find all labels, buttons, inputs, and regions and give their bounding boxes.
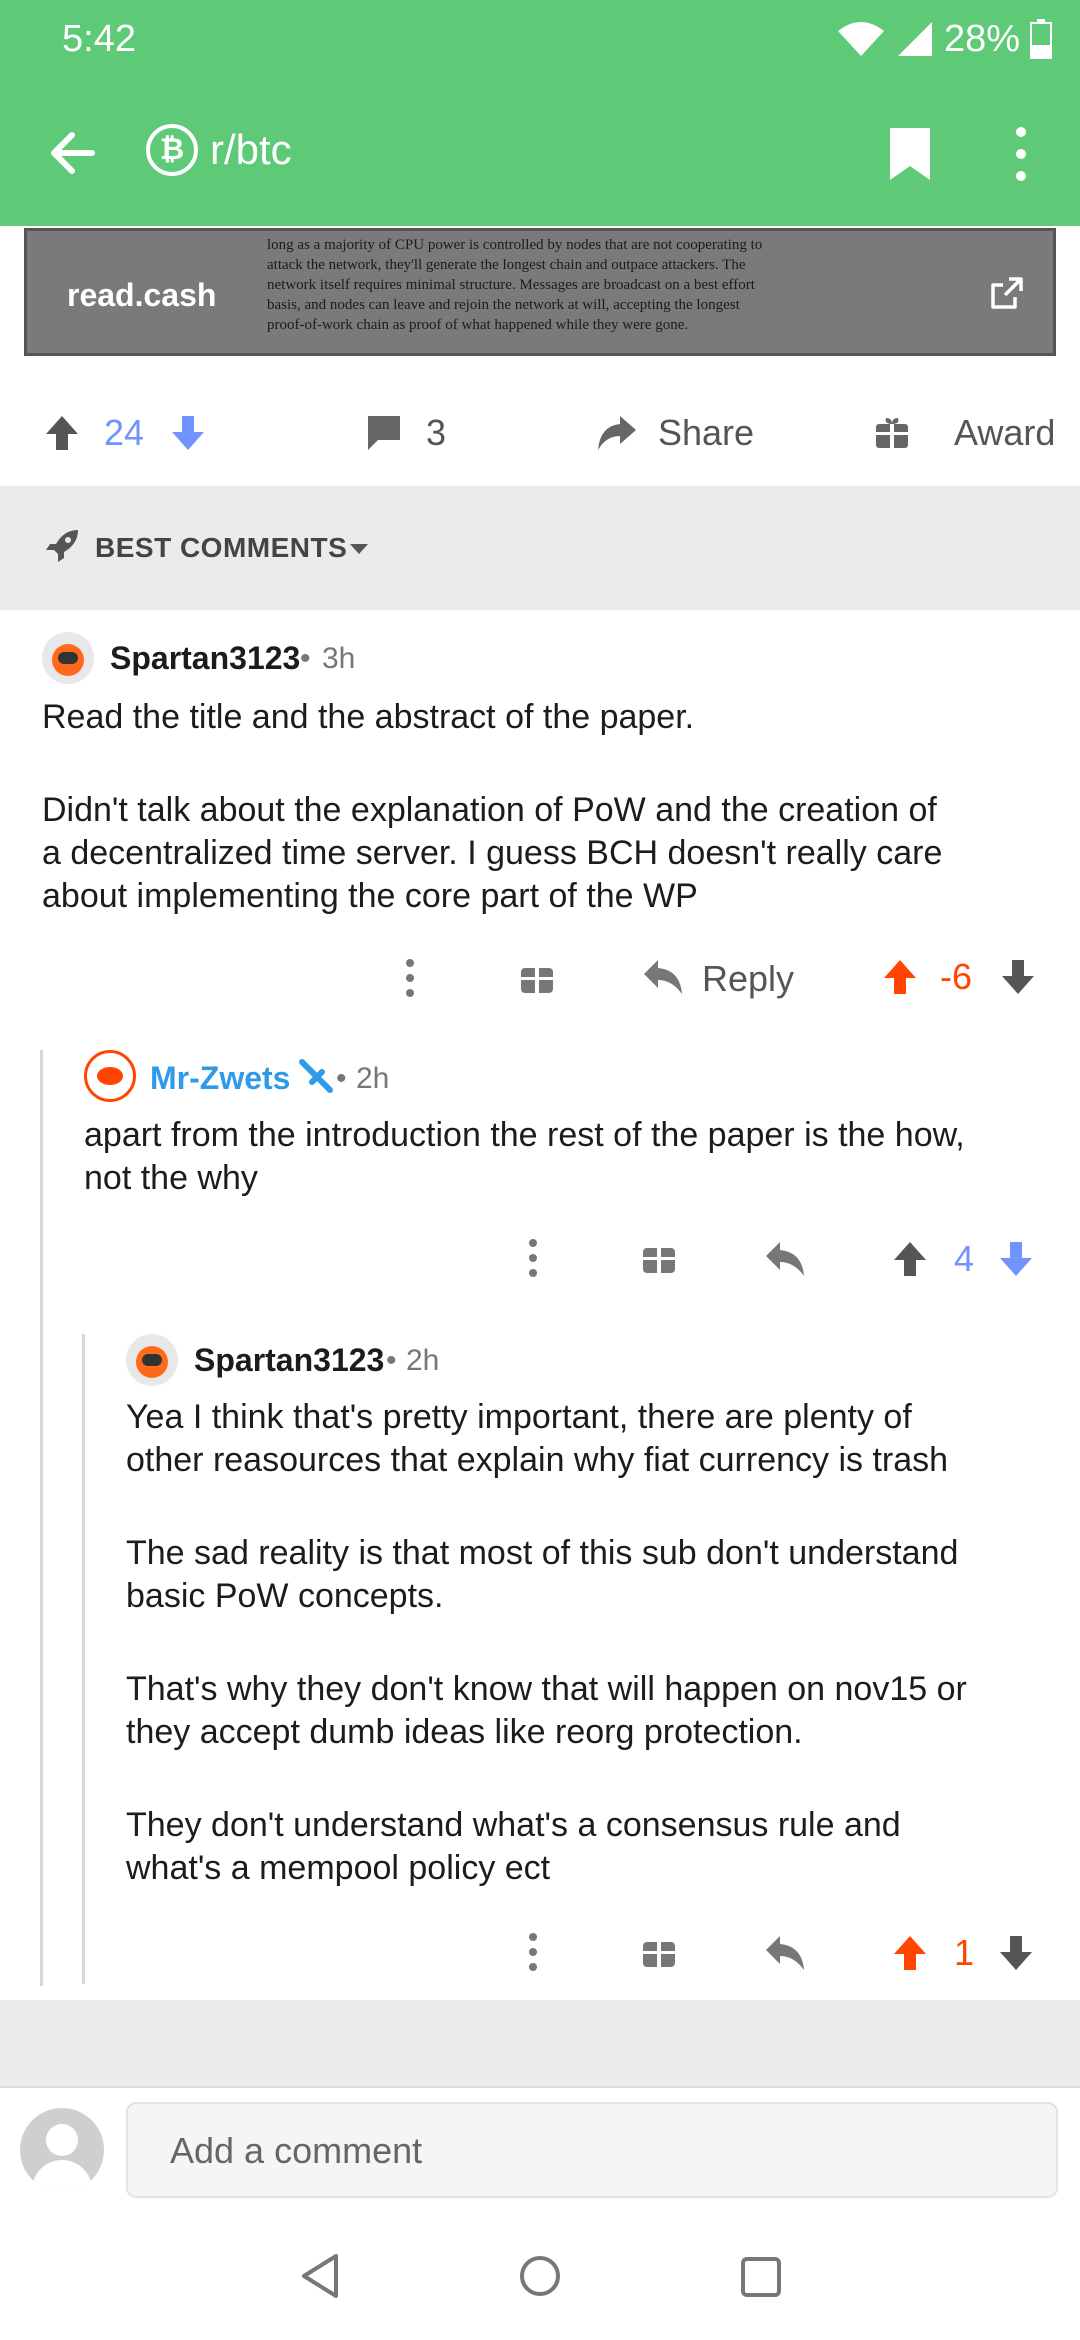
link-preview-text: long as a majority of CPU power is contr…: [267, 231, 867, 335]
post-actions-bar: 24 3 Share Award: [0, 380, 1080, 484]
reply-button[interactable]: Reply: [702, 958, 794, 1000]
more-options-icon[interactable]: [1006, 126, 1036, 182]
comment-body: Read the title and the abstract of the p…: [42, 696, 1052, 918]
reply-arrow-icon[interactable]: [764, 1240, 806, 1278]
preview-line: long as a majority of CPU power is contr…: [267, 237, 763, 253]
comment-paragraph: Read the title and the abstract of the p…: [42, 698, 695, 736]
sort-label[interactable]: BEST COMMENTS: [95, 532, 347, 564]
upvote-arrow-icon[interactable]: [892, 1240, 928, 1278]
comment: [42, 632, 94, 684]
moderator-sword-icon: [299, 1059, 333, 1093]
share-arrow-icon[interactable]: [596, 414, 638, 452]
post-score: 24: [104, 412, 145, 453]
add-comment-input[interactable]: Add a comment: [126, 2102, 1058, 2198]
status-icons: 28%: [836, 14, 1052, 64]
avatar[interactable]: [126, 1334, 178, 1386]
comment-time: 2h: [356, 1062, 390, 1095]
more-options-icon[interactable]: [528, 1932, 538, 1972]
more-options-icon[interactable]: [405, 958, 415, 998]
upvote-arrow-icon[interactable]: [882, 958, 918, 996]
avatar[interactable]: [42, 632, 94, 684]
subreddit-title[interactable]: r/btc: [210, 126, 292, 174]
more-options-icon[interactable]: [528, 1238, 538, 1278]
signal-icon: [897, 22, 932, 56]
comment-author[interactable]: Mr-Zwets: [150, 1060, 290, 1097]
comment-count[interactable]: 3: [426, 412, 446, 454]
comment-paragraph: Didn't talk about the explanation of PoW…: [42, 791, 937, 829]
comment-author[interactable]: Spartan3123: [110, 640, 300, 677]
add-comment-placeholder: Add a comment: [170, 2130, 423, 2171]
link-domain: read.cash: [67, 277, 217, 313]
comment-time: 2h: [406, 1344, 440, 1377]
comments-end-spacer: [0, 2000, 1080, 2086]
comment-line: what's a mempool policy ect: [126, 1849, 551, 1887]
comment-author[interactable]: Spartan3123: [194, 1342, 384, 1379]
comment-line: Yea I think that's pretty important, the…: [126, 1398, 912, 1436]
comment-score: -6: [940, 956, 973, 997]
comment-line: other reasources that explain why fiat c…: [126, 1441, 949, 1479]
avatar[interactable]: [84, 1050, 136, 1102]
downvote-arrow-icon[interactable]: [170, 414, 206, 452]
gift-icon[interactable]: [642, 1242, 676, 1274]
nav-home-icon[interactable]: [518, 2254, 562, 2298]
caret-down-icon[interactable]: [348, 542, 370, 556]
comment-line: apart from the introduction the rest of …: [84, 1116, 965, 1154]
back-arrow-icon[interactable]: [40, 120, 106, 186]
comment-time: 3h: [322, 642, 356, 675]
battery-percent: 28%: [943, 17, 1020, 60]
comment-body: Yea I think that's pretty important, the…: [126, 1396, 1066, 1890]
comment-bubble-icon[interactable]: [364, 414, 404, 452]
comment-separator: •: [386, 1344, 397, 1377]
downvote-arrow-icon[interactable]: [1000, 958, 1036, 996]
gift-icon[interactable]: [520, 962, 554, 994]
reply-arrow-icon[interactable]: [764, 1934, 806, 1972]
thread-line[interactable]: [82, 1334, 85, 1984]
gift-icon[interactable]: [874, 414, 910, 450]
user-avatar[interactable]: [20, 2108, 104, 2192]
status-time: 5:42: [62, 18, 136, 60]
system-nav-bar: [0, 2214, 1080, 2340]
preview-line: basis, and nodes can leave and rejoin th…: [267, 297, 740, 313]
comment-score: 1: [954, 1932, 975, 1973]
preview-line: network itself requires minimal structur…: [267, 277, 755, 293]
comment-line: basic PoW concepts.: [126, 1577, 444, 1615]
comment-paragraph: about implementing the core part of the …: [42, 877, 698, 915]
award-button[interactable]: Award: [954, 412, 1055, 454]
battery-icon: [1030, 19, 1052, 59]
nav-back-icon[interactable]: [298, 2252, 342, 2300]
comment-score: 4: [954, 1238, 975, 1279]
comment-line: The sad reality is that most of this sub…: [126, 1534, 959, 1572]
comment-line: That's why they don't know that will hap…: [126, 1670, 967, 1708]
bitcoin-icon: ₿: [146, 124, 198, 176]
comment-line: they accept dumb ideas like reorg protec…: [126, 1713, 803, 1751]
thread-line[interactable]: [40, 1050, 43, 1986]
share-button[interactable]: Share: [658, 412, 754, 454]
comment-separator: •: [300, 642, 311, 675]
preview-line: attack the network, they'll generate the…: [267, 257, 746, 273]
upvote-arrow-icon[interactable]: [44, 414, 80, 452]
external-link-icon: [991, 277, 1023, 309]
bookmark-icon[interactable]: [888, 126, 932, 182]
downvote-arrow-icon[interactable]: [998, 1240, 1034, 1278]
reply-arrow-icon[interactable]: [642, 958, 684, 996]
preview-line: proof-of-work chain as proof of what hap…: [267, 317, 689, 333]
comment-line: They don't understand what's a consensus…: [126, 1806, 901, 1844]
wifi-icon: [837, 22, 884, 56]
comment-separator: •: [336, 1062, 347, 1095]
comment-paragraph: a decentralized time server. I guess BCH…: [42, 834, 943, 872]
comment-body: apart from the introduction the rest of …: [84, 1114, 1064, 1200]
rocket-icon: [46, 530, 78, 562]
comment-line: not the why: [84, 1159, 258, 1197]
nav-recents-icon[interactable]: [740, 2256, 782, 2298]
upvote-arrow-icon[interactable]: [892, 1934, 928, 1972]
gift-icon[interactable]: [642, 1936, 676, 1968]
downvote-arrow-icon[interactable]: [998, 1934, 1034, 1972]
link-preview-card[interactable]: long as a majority of CPU power is contr…: [24, 228, 1056, 356]
